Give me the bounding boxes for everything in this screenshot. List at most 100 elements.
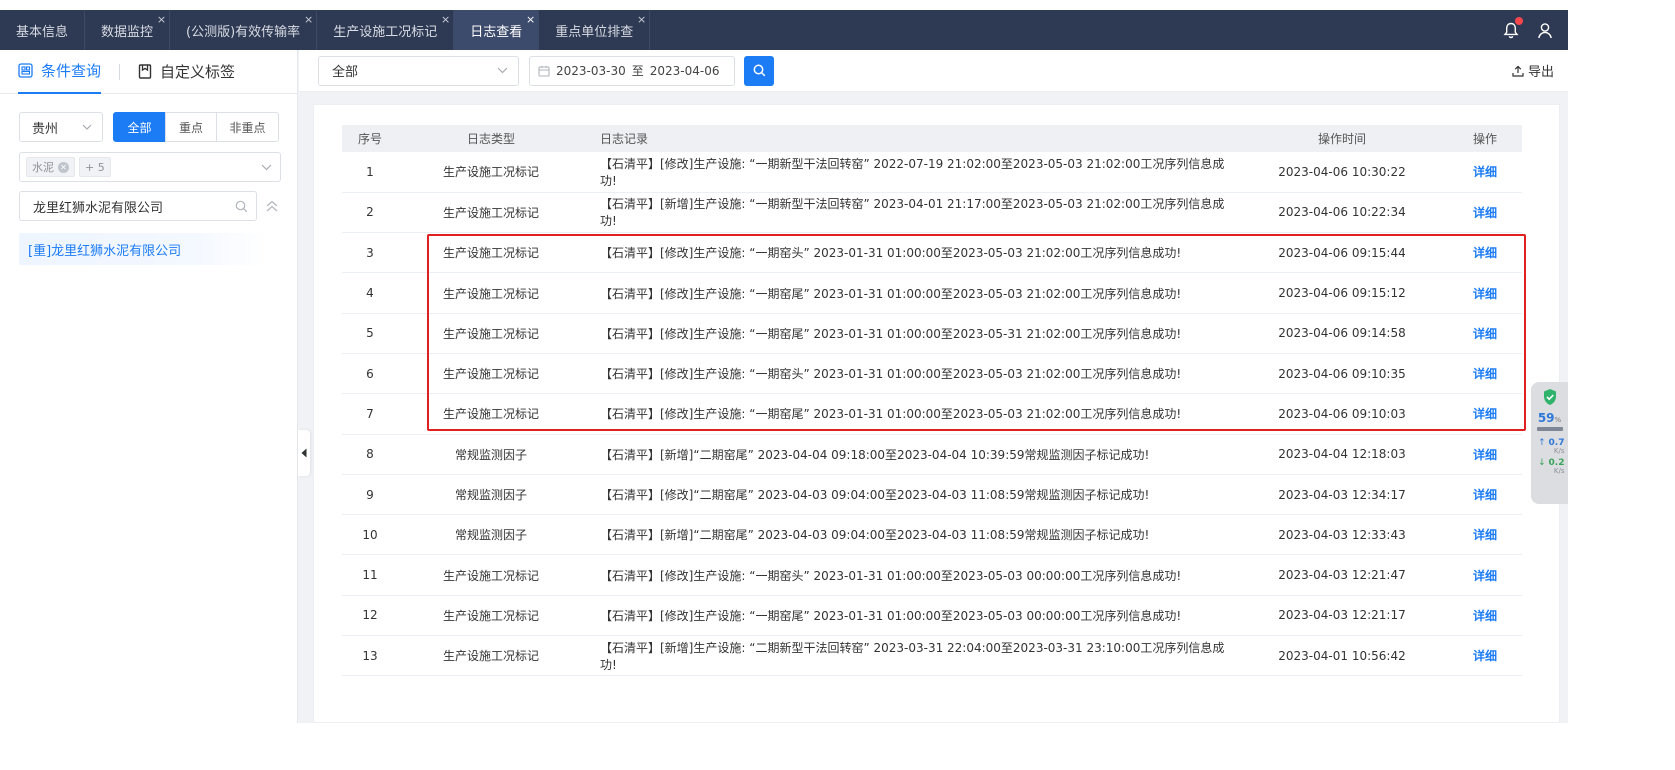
row-detail-link[interactable]: 详细 [1473, 367, 1497, 381]
tab-divider [119, 63, 121, 80]
row-type: 生产设施工况标记 [442, 568, 539, 583]
row-detail-link[interactable]: 详细 [1473, 488, 1497, 502]
row-index-cell: 13 [342, 635, 398, 677]
tab-4[interactable]: 日志查看 × [454, 10, 540, 50]
calendar-icon [538, 65, 550, 77]
search-icon[interactable] [235, 200, 248, 213]
widget-bar [1536, 427, 1563, 431]
row-detail-link[interactable]: 详细 [1473, 407, 1497, 421]
table-header-row: 序号 日志类型 日志记录 操作时间 操作 [342, 125, 1522, 152]
row-index-cell: 11 [342, 554, 398, 596]
tab-2[interactable]: (公测版)有效传输率 × [170, 10, 318, 50]
row-detail-link[interactable]: 详细 [1473, 569, 1497, 583]
panel-collapse-handle[interactable] [298, 430, 310, 476]
row-record: 【石清平】[修改]生产设施: “一期窑尾” 2023-01-31 01:00:0… [600, 407, 1182, 422]
close-icon[interactable]: × [157, 14, 166, 25]
row-index: 1 [366, 164, 374, 179]
row-index: 10 [362, 527, 378, 542]
row-time-cell: 2023-04-06 10:22:34 [1236, 192, 1448, 234]
row-time: 2023-04-06 09:10:03 [1278, 406, 1406, 421]
row-type-cell: 常规监测因子 [398, 514, 584, 556]
chevron-down-icon [497, 67, 508, 74]
company-search-input[interactable]: 龙里红狮水泥有限公司 [19, 191, 257, 221]
widget-percent-value: 59 [1537, 411, 1555, 425]
log-type-select[interactable]: 全部 [318, 55, 519, 86]
row-index: 6 [366, 366, 374, 381]
row-record: 【石清平】[修改]生产设施: “一期窑尾” 2023-01-31 01:00:0… [600, 286, 1182, 301]
company-tree-item[interactable]: [重]龙里红狮水泥有限公司 [19, 233, 269, 265]
network-widget[interactable]: 59% ↑ 0.7 K/s ↓ 0.2 K/s [1531, 382, 1568, 504]
row-detail-link[interactable]: 详细 [1473, 165, 1497, 179]
export-button[interactable]: 导出 [1512, 61, 1554, 80]
row-detail-link[interactable]: 详细 [1473, 287, 1497, 301]
row-index: 2 [366, 205, 374, 220]
tab-5[interactable]: 重点单位排查 × [539, 10, 651, 50]
table-row: 3 生产设施工况标记 【石清平】[修改]生产设施: “一期窑头” 2023-01-3… [342, 232, 1522, 274]
tab-label: 重点单位排查 [555, 24, 634, 40]
close-icon[interactable]: × [304, 14, 313, 25]
close-icon[interactable]: × [637, 14, 646, 25]
tab-condition-query-label: 条件查询 [41, 62, 102, 80]
row-type: 生产设施工况标记 [442, 608, 539, 623]
table-row: 7 生产设施工况标记 【石清平】[修改]生产设施: “一期窑尾” 2023-01-3… [342, 393, 1522, 435]
row-index-cell: 1 [342, 152, 398, 193]
row-index-cell: 5 [342, 313, 398, 354]
row-record-cell: 【石清平】[修改]生产设施: “一期窑尾” 2023-01-31 01:00:0… [584, 313, 1236, 354]
row-record-cell: 【石清平】[修改]生产设施: “一期窑头” 2023-01-31 01:00:0… [584, 554, 1236, 596]
row-record: 【石清平】[修改]“二期窑尾” 2023-04-03 09:04:00至2023… [600, 488, 1150, 503]
row-detail-link-cell: 详细 [1448, 474, 1522, 516]
filter-all-button[interactable]: 全部 [113, 112, 166, 142]
row-detail-link[interactable]: 详细 [1473, 528, 1497, 542]
row-detail-link[interactable]: 详细 [1473, 206, 1497, 220]
chevron-down-icon [82, 124, 92, 130]
header-type: 日志类型 [466, 132, 515, 146]
row-time-cell: 2023-04-06 09:10:03 [1236, 393, 1448, 435]
close-icon[interactable]: × [441, 14, 450, 25]
chip-close-icon[interactable]: ✕ [58, 161, 69, 173]
filter-key-button[interactable]: 重点 [165, 112, 217, 142]
row-type-cell: 生产设施工况标记 [398, 353, 584, 395]
row-detail-link[interactable]: 详细 [1473, 327, 1497, 341]
filter-nonkey-button[interactable]: 非重点 [216, 112, 279, 142]
left-panel-tabs: 条件查询 自定义标签 [0, 50, 297, 94]
widget-percent: 59% [1538, 412, 1561, 424]
row-time: 2023-04-06 09:14:58 [1278, 326, 1406, 341]
region-select[interactable]: 贵州 [19, 112, 103, 142]
tab-custom-tags[interactable]: 自定义标签 [138, 50, 235, 94]
tab-label: (公测版)有效传输率 [186, 24, 301, 40]
tab-0[interactable]: 基本信息 [0, 10, 86, 50]
industry-multiselect[interactable]: 水泥 ✕ + 5 [19, 152, 281, 182]
tab-spacer [650, 10, 1502, 50]
row-detail-link[interactable]: 详细 [1473, 609, 1497, 623]
user-icon[interactable] [1536, 21, 1554, 39]
row-detail-link[interactable]: 详细 [1473, 448, 1497, 462]
row-detail-link-cell: 详细 [1448, 232, 1522, 274]
row-detail-link[interactable]: 详细 [1473, 246, 1497, 260]
row-time-cell: 2023-04-06 09:15:12 [1236, 272, 1448, 314]
row-record: 【石清平】[修改]生产设施: “一期新型干法回转窑” 2022-07-19 21… [600, 156, 1225, 188]
row-detail-link-cell: 详细 [1448, 152, 1522, 193]
row-type-cell: 生产设施工况标记 [398, 393, 584, 435]
bell-icon[interactable] [1502, 17, 1523, 39]
double-chevron-up-icon[interactable] [265, 200, 279, 212]
tab-3[interactable]: 生产设施工况标记 × [317, 10, 455, 50]
close-icon[interactable]: × [526, 14, 535, 25]
search-button[interactable] [744, 55, 774, 86]
widget-download-speed: ↓ 0.2 K/s [1535, 459, 1564, 475]
row-type: 生产设施工况标记 [442, 246, 539, 261]
date-range-picker[interactable]: 2023-03-30 至 2023-04-06 [529, 55, 735, 86]
tab-1[interactable]: 数据监控 × [85, 10, 171, 50]
row-index-cell: 4 [342, 272, 398, 314]
row-type: 生产设施工况标记 [442, 407, 539, 422]
row-index-cell: 8 [342, 434, 398, 475]
row-type: 常规监测因子 [454, 528, 527, 543]
tab-custom-tags-label: 自定义标签 [160, 63, 236, 81]
row-time: 2023-04-03 12:21:17 [1278, 608, 1406, 623]
tab-condition-query[interactable]: 条件查询 [18, 50, 102, 94]
row-time-cell: 2023-04-04 12:18:03 [1236, 434, 1448, 475]
header-time: 操作时间 [1317, 132, 1366, 146]
row-index: 4 [366, 286, 374, 301]
row-time-cell: 2023-04-06 09:15:44 [1236, 232, 1448, 274]
header-icons [1502, 10, 1568, 50]
row-detail-link[interactable]: 详细 [1473, 649, 1497, 663]
